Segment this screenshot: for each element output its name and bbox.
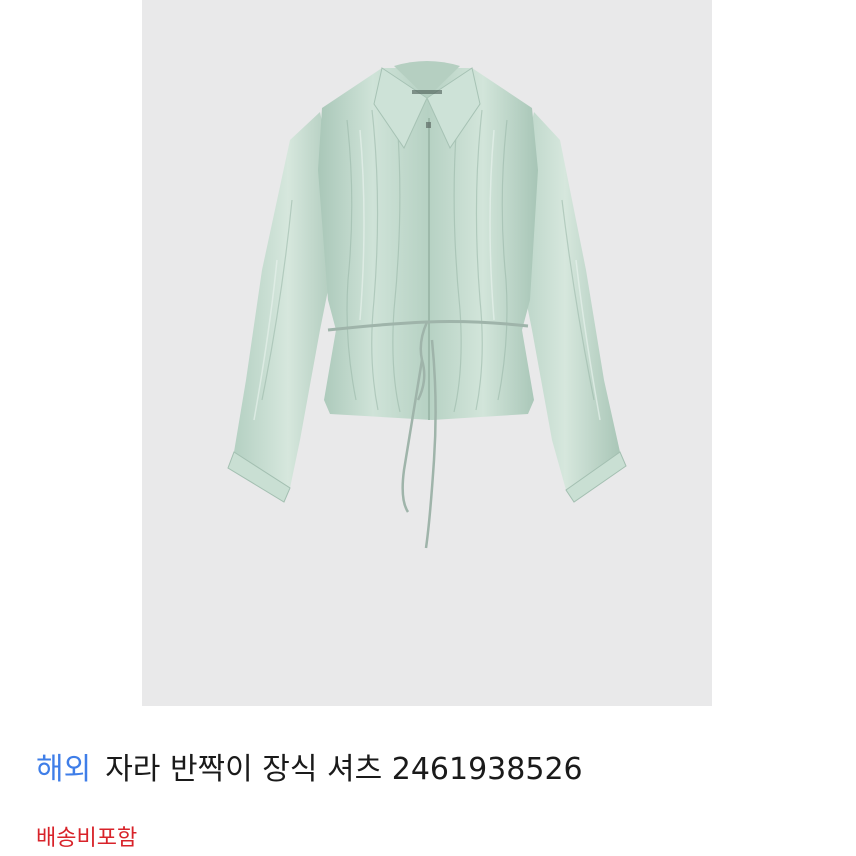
- product-title-row: 해외 자라 반짝이 장식 셔츠 2461938526: [36, 744, 583, 788]
- product-title: 자라 반짝이 장식 셔츠 2461938526: [105, 752, 583, 787]
- product-photo[interactable]: 3 / 4: [142, 0, 712, 706]
- overseas-badge: 해외: [36, 752, 92, 787]
- shirt-image: [227, 61, 627, 549]
- image-gallery[interactable]: 3 / 4: [0, 0, 856, 706]
- product-page: 3 / 4 해외 자라 반짝이 장식 셔츠 2461938526 배송비포함: [0, 0, 856, 856]
- shipping-included-label: 배송비포함: [36, 826, 138, 851]
